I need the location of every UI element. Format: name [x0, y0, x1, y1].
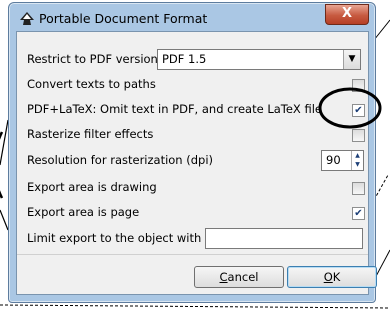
pdf-latex-checkbox[interactable]: ✔	[352, 104, 365, 117]
cancel-button[interactable]: Cancel	[194, 266, 284, 288]
spin-down-icon[interactable]: ▼	[352, 160, 363, 169]
resolution-label: Resolution for rasterization (dpi)	[27, 153, 214, 167]
spin-up-icon[interactable]: ▲	[352, 151, 363, 160]
export-drawing-label: Export area is drawing	[27, 180, 157, 194]
limit-export-label: Limit export to the object with ID	[27, 231, 218, 245]
canvas-dashed-line	[373, 174, 389, 201]
convert-texts-label: Convert texts to paths	[27, 77, 156, 91]
canvas-line	[373, 19, 390, 41]
ok-label: K	[332, 270, 341, 284]
object-id-input[interactable]	[205, 228, 363, 249]
export-drawing-checkbox[interactable]	[352, 182, 365, 195]
pdf-version-value: PDF 1.5	[162, 52, 207, 66]
canvas-dashed-line	[0, 304, 390, 309]
restrict-version-label: Restrict to PDF version	[27, 52, 158, 66]
divider	[17, 254, 368, 255]
pdf-version-select[interactable]: PDF 1.5 ▼	[157, 49, 361, 70]
canvas-line	[0, 209, 9, 231]
resolution-value: 90	[326, 153, 341, 167]
close-button[interactable]: X	[325, 4, 369, 25]
resolution-spinbox[interactable]: 90 ▲ ▼	[321, 150, 364, 171]
window-title: Portable Document Format	[39, 11, 208, 26]
rasterize-label: Rasterize filter effects	[27, 127, 154, 141]
convert-texts-checkbox[interactable]	[352, 79, 365, 92]
inkscape-icon	[20, 12, 34, 25]
canvas-line	[0, 119, 9, 166]
export-page-checkbox[interactable]: ✔	[352, 207, 365, 220]
ok-mnemonic: O	[323, 270, 333, 284]
rasterize-checkbox[interactable]	[352, 129, 365, 142]
pdf-export-dialog: Portable Document Format X Restrict to P…	[8, 2, 377, 303]
pdf-latex-label: PDF+LaTeX: Omit text in PDF, and create …	[27, 102, 322, 116]
cancel-mnemonic: C	[219, 270, 228, 284]
chevron-down-icon[interactable]: ▼	[343, 50, 360, 69]
export-page-label: Export area is page	[27, 205, 140, 219]
ok-button[interactable]: OK	[287, 266, 377, 288]
title-bar[interactable]: Portable Document Format X	[9, 3, 375, 33]
dialog-body: Restrict to PDF version PDF 1.5 ▼ Conver…	[16, 31, 377, 295]
spin-arrows: ▲ ▼	[351, 151, 363, 170]
cancel-label: ancel	[227, 270, 259, 284]
